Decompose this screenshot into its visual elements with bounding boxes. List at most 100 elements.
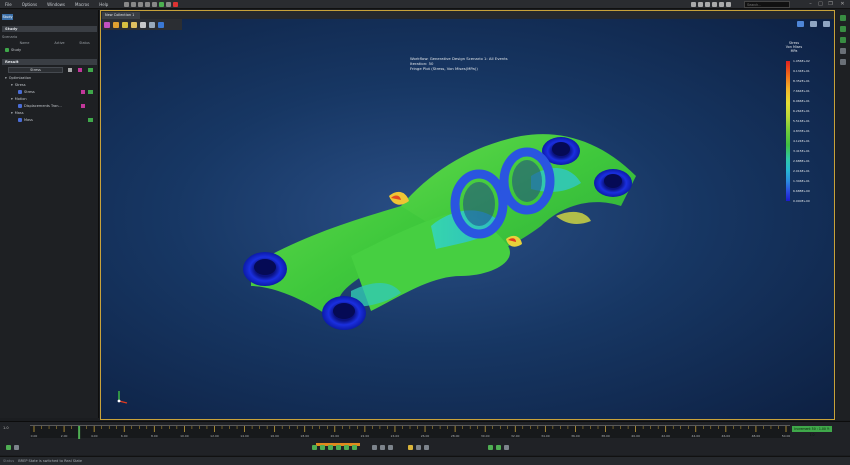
maximize-icon[interactable]: □	[817, 1, 824, 8]
ruler-tick-label: 14.00	[240, 434, 249, 438]
settings-icon[interactable]	[698, 2, 703, 7]
color-icon[interactable]	[78, 68, 82, 72]
ruler-tick-label: 40.00	[631, 434, 640, 438]
bracket-model[interactable]	[101, 11, 834, 419]
speed-icon[interactable]	[408, 445, 413, 450]
ruler-ticks: 0.00 2.00 4.00 6.00 8.00 10.00 12.00 14.00 16.00…	[31, 426, 790, 439]
tree-label: Stress	[24, 90, 35, 94]
open-icon[interactable]	[131, 1, 137, 7]
export-icon[interactable]	[840, 59, 846, 65]
ruler-tick-label: 16.00	[270, 434, 279, 438]
tab-study[interactable]: Study	[2, 14, 13, 20]
first-frame-icon[interactable]	[312, 445, 317, 450]
note-icon[interactable]	[840, 48, 846, 54]
legend-value: 6.966E+01	[793, 99, 810, 103]
collapse-icon[interactable]: ▾	[11, 96, 13, 102]
next-frame-icon[interactable]	[344, 445, 349, 450]
tree-label: Stress	[14, 83, 26, 87]
tree-item-motion-group[interactable]: ▾ Motion	[2, 96, 97, 102]
legend-value: 6.264E+01	[793, 109, 810, 113]
chart-icon[interactable]	[88, 118, 93, 122]
tree-item-mass-group[interactable]: ▾ Mass	[2, 110, 97, 116]
fit-icon[interactable]	[504, 445, 509, 450]
menu-file[interactable]: File	[0, 2, 17, 7]
probe-icon[interactable]	[840, 15, 846, 21]
step-icon[interactable]	[166, 1, 172, 7]
color-icon[interactable]	[81, 90, 85, 94]
stop-icon[interactable]	[173, 1, 179, 7]
redo-icon[interactable]	[152, 1, 158, 7]
column-name[interactable]: Name	[2, 41, 47, 46]
tree-label: Mass	[14, 111, 24, 115]
ruler-tick-label: 50.00	[782, 434, 790, 438]
scenario-label: Scenario	[2, 35, 18, 39]
study-row[interactable]: Study	[2, 47, 97, 53]
play-icon[interactable]	[336, 445, 341, 450]
camera-icon[interactable]	[388, 445, 393, 450]
graphics-viewport[interactable]: New Collection 1 Workflow: Generative De…	[100, 10, 835, 420]
color-icon[interactable]	[81, 104, 85, 108]
chart-icon[interactable]	[88, 90, 93, 94]
marker-icon[interactable]	[424, 445, 429, 450]
study-section-header[interactable]: Study	[2, 26, 97, 32]
column-active[interactable]: Active	[47, 41, 72, 46]
playhead[interactable]	[78, 426, 81, 439]
result-icon	[18, 118, 22, 122]
prev-frame-icon[interactable]	[320, 445, 325, 450]
ruler-tick-label: 6.00	[121, 434, 128, 438]
zoom-in-icon[interactable]	[488, 445, 493, 450]
tree-item-displacements[interactable]: Displacements Tran...	[2, 103, 97, 109]
search-input[interactable]	[744, 1, 790, 8]
help-icon[interactable]	[705, 2, 710, 7]
tree-item-optimization[interactable]: ▾ Optimization	[2, 75, 97, 81]
ruler-tick-label: 48.00	[752, 434, 761, 438]
timeline-ruler[interactable]: 0.00 2.00 4.00 6.00 8.00 10.00 12.00 14.00 16.00…	[30, 425, 790, 439]
zoom-out-icon[interactable]	[496, 445, 501, 450]
ruler-tick-label: 34.00	[541, 434, 550, 438]
filter-icon[interactable]	[68, 68, 72, 72]
result-section-header[interactable]: Result	[2, 59, 97, 65]
collapse-icon[interactable]: ▾	[5, 75, 7, 81]
restore-icon[interactable]: ❐	[827, 1, 834, 8]
legend-colorbar	[786, 61, 790, 201]
menu-windows[interactable]: Windows	[42, 2, 70, 7]
status-message: BREP State is switched to Real State	[18, 459, 83, 463]
new-icon[interactable]	[124, 1, 130, 7]
collapse-icon[interactable]: ▾	[11, 110, 13, 116]
record-icon[interactable]	[380, 445, 385, 450]
study-panel: Study Study Scenario Name Active Status …	[0, 10, 99, 418]
menu-macros[interactable]: Macros	[70, 2, 94, 7]
chart-icon[interactable]	[88, 68, 93, 72]
section-icon[interactable]	[840, 26, 846, 32]
play-back-icon[interactable]	[328, 445, 333, 450]
layout-icon[interactable]	[719, 2, 724, 7]
minimize-icon[interactable]: –	[807, 1, 814, 8]
column-status[interactable]: Status	[72, 41, 97, 46]
timeline-settings-icon[interactable]	[14, 445, 19, 450]
collapse-icon[interactable]: ▾	[11, 82, 13, 88]
menu-help[interactable]: Help	[94, 2, 113, 7]
notification-icon[interactable]	[712, 2, 717, 7]
config-icon[interactable]	[416, 445, 421, 450]
tree-item-mass[interactable]: Mass	[2, 117, 97, 123]
last-frame-icon[interactable]	[352, 445, 357, 450]
study-icon	[5, 48, 9, 52]
legend-value: 4.833E+01	[793, 129, 810, 133]
result-type-select[interactable]: Stress	[8, 67, 63, 73]
timeline-play-icon[interactable]	[6, 445, 11, 450]
axis-triad[interactable]	[109, 389, 129, 409]
measure-icon[interactable]	[840, 37, 846, 43]
menu-options[interactable]: Options	[17, 2, 42, 7]
animation-timeline: 1.0 0.00 2.00 4.00 6.00 8.00 10.00 12.00 14.00 1…	[0, 421, 850, 455]
info-icon[interactable]	[726, 2, 731, 7]
close-icon[interactable]: ✕	[839, 1, 846, 8]
save-icon[interactable]	[138, 1, 144, 7]
tree-item-stress[interactable]: Stress	[2, 89, 97, 95]
user-icon[interactable]	[691, 2, 696, 7]
loop-icon[interactable]	[372, 445, 377, 450]
tree-item-stress-group[interactable]: ▾ Stress	[2, 82, 97, 88]
play-icon[interactable]	[159, 1, 165, 7]
ruler-tick-label: 30.00	[481, 434, 490, 438]
undo-icon[interactable]	[145, 1, 151, 7]
legend-title: Stress Von Mises MPa	[779, 41, 809, 53]
